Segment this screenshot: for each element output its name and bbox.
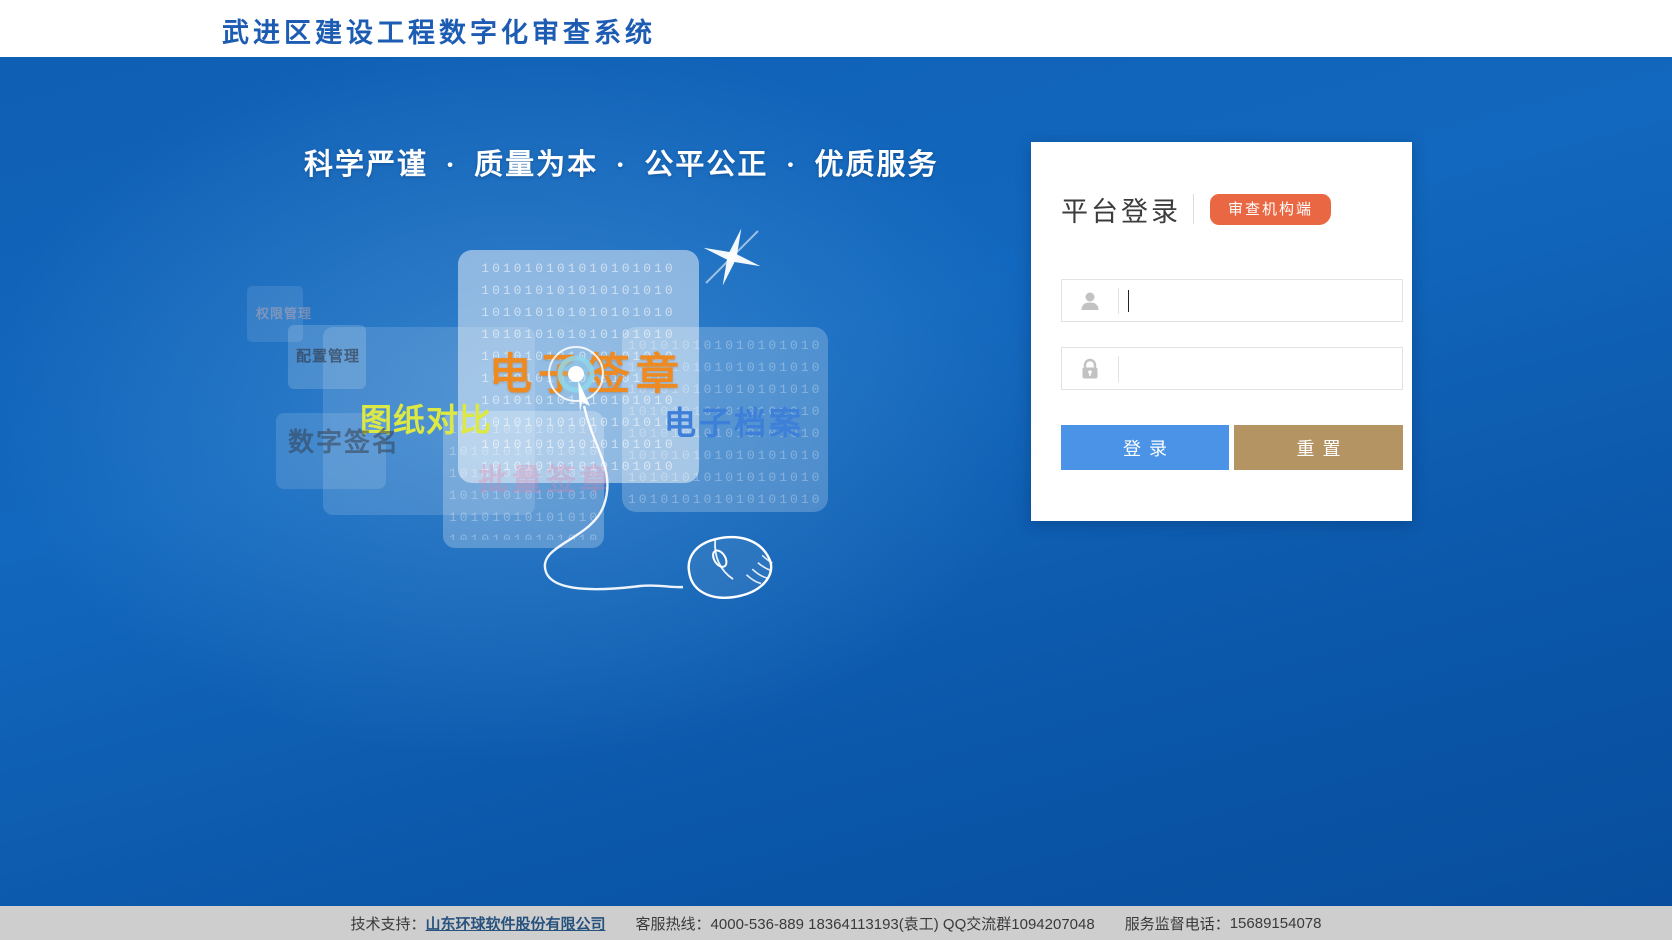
- page-footer: 技术支持： 山东环球软件股份有限公司 客服热线： 4000-536-889 18…: [0, 906, 1672, 940]
- feature-label-digital-signature: 数字签名: [288, 422, 400, 459]
- login-title: 平台登录: [1061, 190, 1181, 229]
- feature-label-ghost: 权限管理: [256, 303, 312, 322]
- reset-button[interactable]: 重置: [1234, 425, 1403, 470]
- page-title: 武进区建设工程数字化审查系统: [222, 11, 656, 50]
- password-field-wrap: [1061, 347, 1403, 390]
- username-field-wrap: [1061, 279, 1403, 322]
- title-divider: [1193, 194, 1194, 224]
- sparkle-icon: [700, 225, 764, 289]
- support-label: 技术支持：: [351, 913, 426, 934]
- portal-badge[interactable]: 审查机构端: [1210, 194, 1331, 225]
- supervision-value: 15689154078: [1230, 915, 1322, 932]
- slogan-text: 科学严谨 · 质量为本 · 公平公正 · 优质服务: [304, 141, 939, 183]
- support-company-link[interactable]: 山东环球软件股份有限公司: [426, 913, 606, 934]
- supervision-label: 服务监督电话：: [1125, 913, 1230, 934]
- hotline-value: 4000-536-889 18364113193(袁工) QQ交流群109420…: [711, 913, 1095, 934]
- username-input[interactable]: [1129, 280, 1402, 321]
- lock-icon: [1062, 357, 1118, 381]
- user-icon: [1062, 289, 1118, 313]
- field-divider: [1118, 288, 1119, 314]
- login-button[interactable]: 登录: [1061, 425, 1229, 470]
- password-input[interactable]: [1119, 348, 1402, 389]
- mouse-icon: [520, 340, 830, 640]
- hotline-label: 客服热线：: [636, 913, 711, 934]
- login-panel: 平台登录 审查机构端 登录 重置: [1031, 142, 1412, 521]
- top-header: 武进区建设工程数字化审查系统: [0, 0, 1672, 57]
- cursor-ripple-icon: [549, 347, 603, 412]
- feature-label-config: 配置管理: [296, 345, 360, 366]
- hero-banner: 科学严谨 · 质量为本 · 公平公正 · 优质服务 10101010101010…: [0, 57, 1672, 906]
